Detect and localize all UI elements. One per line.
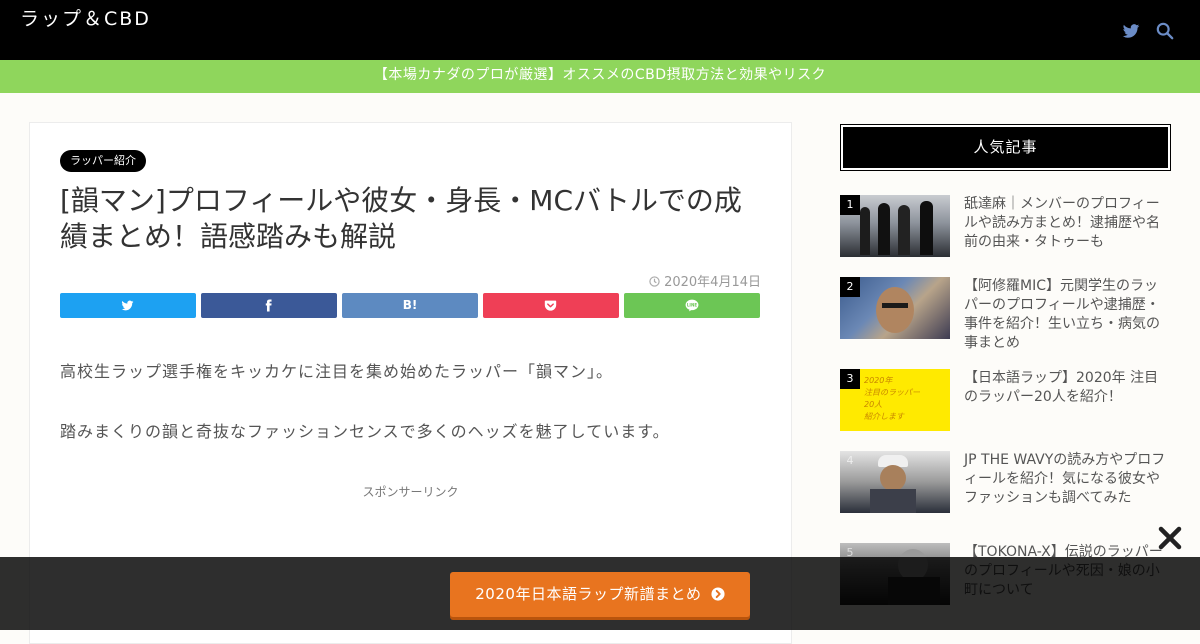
close-icon[interactable] xyxy=(1156,524,1184,552)
popular-item-title[interactable]: 舐達麻｜メンバーのプロフィールや読み方まとめ！逮捕歴や名前の由来・タトゥーも xyxy=(964,195,1170,252)
post-date: 2020年4月14日 xyxy=(649,271,761,290)
share-line-button[interactable]: LINE xyxy=(624,293,760,318)
thumbnail-image[interactable]: 1 xyxy=(840,195,950,257)
twitter-icon xyxy=(121,300,134,311)
share-hatena-button[interactable]: B! xyxy=(342,293,478,318)
line-icon: LINE xyxy=(685,299,699,312)
chevron-right-circle-icon xyxy=(711,587,725,601)
rank-badge: 3 xyxy=(840,369,860,389)
share-facebook-button[interactable] xyxy=(201,293,337,318)
thumbnail-image[interactable]: 4 xyxy=(840,451,950,513)
thumbnail-caption: 2020年 注目のラッパー 20人 紹介します xyxy=(864,376,920,421)
twitter-icon[interactable] xyxy=(1122,22,1140,40)
category-badge[interactable]: ラッパー紹介 xyxy=(60,150,146,172)
pocket-icon xyxy=(544,300,557,311)
sponsor-label: スポンサーリンク xyxy=(362,485,459,499)
rank-badge: 2 xyxy=(840,277,860,297)
thumbnail-image[interactable]: 2020年 注目のラッパー 20人 紹介します 3 xyxy=(840,369,950,431)
cta-button[interactable]: 2020年日本語ラップ新譜まとめ xyxy=(450,572,750,617)
site-title[interactable]: ラップ＆CBD xyxy=(20,4,151,31)
post-date-text: 2020年4月14日 xyxy=(664,275,761,290)
share-pocket-button[interactable] xyxy=(483,293,619,318)
notice-bar[interactable]: 【本場カナダのプロが厳選】オススメのCBD摂取方法と効果やリスク xyxy=(0,60,1200,93)
bottom-sticky-bar: 2020年日本語ラップ新譜まとめ xyxy=(0,557,1200,630)
article-paragraph: 高校生ラップ選手権をキッカケに注目を集め始めたラッパー「韻マン」。 xyxy=(60,362,614,381)
share-buttons: B! LINE xyxy=(60,293,760,318)
share-twitter-button[interactable] xyxy=(60,293,196,318)
hatena-icon: B! xyxy=(402,298,418,312)
article-paragraph: 踏みまくりの韻と奇抜なファッションセンスで多くのヘッズを魅了しています。 xyxy=(60,422,670,441)
rank-badge: 1 xyxy=(840,195,860,215)
facebook-icon xyxy=(265,299,272,312)
article-title: [韻マン]プロフィールや彼女・身長・MCバトルでの成績まとめ！語感踏みも解説 xyxy=(60,184,742,253)
popular-item-title[interactable]: 【阿修羅MIC】元関学生のラッパーのプロフィールや逮捕歴・事件を紹介！生い立ち・… xyxy=(964,277,1170,353)
thumbnail-image[interactable]: 2 xyxy=(840,277,950,339)
rank-badge: 4 xyxy=(846,454,854,467)
notice-text[interactable]: 【本場カナダのプロが厳選】オススメのCBD摂取方法と効果やリスク xyxy=(374,67,826,83)
cta-label: 2020年日本語ラップ新譜まとめ xyxy=(475,585,702,603)
popular-heading: 人気記事 xyxy=(840,124,1171,171)
search-icon[interactable] xyxy=(1156,22,1174,40)
site-header: ラップ＆CBD xyxy=(0,0,1200,60)
clock-icon xyxy=(649,276,660,287)
popular-item-title[interactable]: 【日本語ラップ】2020年 注目のラッパー20人を紹介！ xyxy=(964,369,1170,407)
popular-item-title[interactable]: JP THE WAVYの読み方やプロフィールを紹介！気になる彼女やファッションも… xyxy=(964,451,1170,508)
svg-text:LINE: LINE xyxy=(687,303,698,308)
